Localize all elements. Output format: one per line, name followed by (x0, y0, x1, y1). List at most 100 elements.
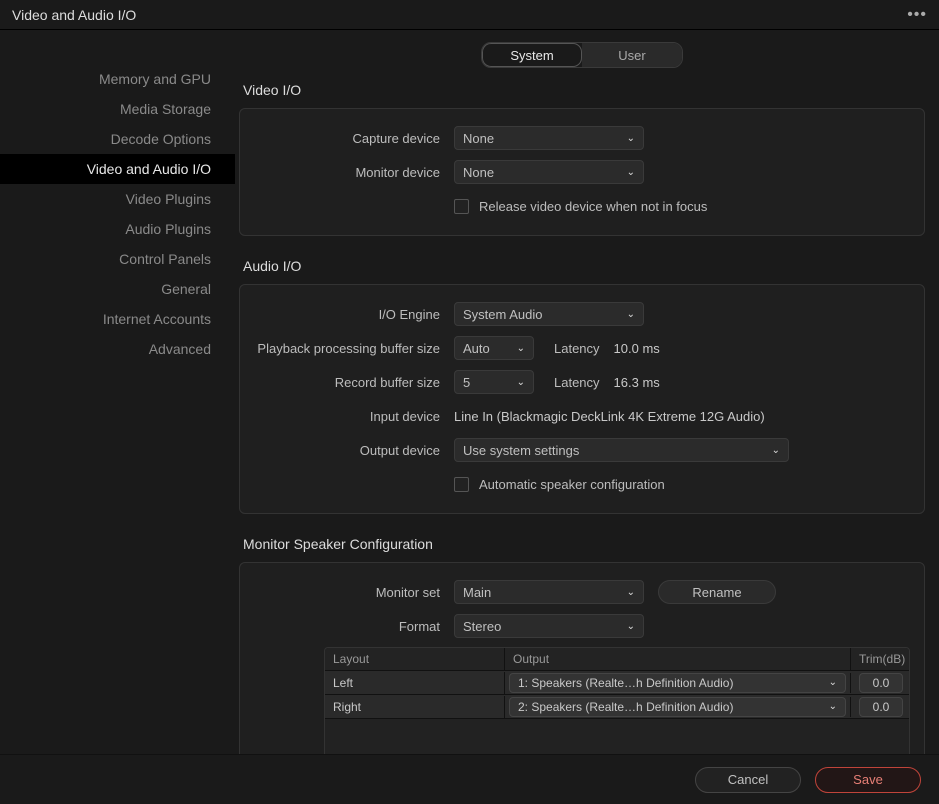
playback-buffer-select[interactable]: Auto ⌄ (454, 336, 534, 360)
chevron-down-icon: ⌄ (627, 133, 635, 144)
td-layout: Left (325, 672, 505, 694)
capture-device-label: Capture device (254, 131, 454, 146)
playback-latency-label: Latency (554, 341, 600, 356)
select-value: Stereo (463, 619, 501, 634)
monitor-device-label: Monitor device (254, 165, 454, 180)
th-layout: Layout (325, 648, 505, 670)
section-title-audio-io: Audio I/O (239, 250, 925, 284)
chevron-down-icon: ⌄ (627, 309, 635, 320)
trim-input[interactable]: 0.0 (859, 697, 903, 717)
monitor-set-select[interactable]: Main ⌄ (454, 580, 644, 604)
table-row: Left 1: Speakers (Realte…h Definition Au… (325, 671, 909, 695)
tab-label: System (510, 48, 553, 63)
trim-value: 0.0 (873, 676, 890, 690)
auto-speaker-checkbox[interactable] (454, 477, 469, 492)
td-layout: Right (325, 696, 505, 718)
section-audio-io: I/O Engine System Audio ⌄ Playback proce… (239, 284, 925, 514)
table-header: Layout Output Trim(dB) (325, 648, 909, 671)
chevron-down-icon: ⌄ (829, 677, 837, 688)
cancel-button[interactable]: Cancel (695, 767, 801, 793)
sidebar-item-label: Memory and GPU (99, 71, 211, 87)
section-title-video-io: Video I/O (239, 74, 925, 108)
chevron-down-icon: ⌄ (517, 343, 525, 354)
chevron-down-icon: ⌄ (517, 377, 525, 388)
sidebar-item-control-panels[interactable]: Control Panels (0, 244, 235, 274)
more-options-icon[interactable]: ••• (907, 6, 927, 24)
record-latency-value: 16.3 ms (614, 375, 660, 390)
body: Memory and GPU Media Storage Decode Opti… (0, 30, 939, 754)
sidebar-item-label: Advanced (149, 341, 211, 357)
monitor-device-select[interactable]: None ⌄ (454, 160, 644, 184)
sidebar-item-label: Video Plugins (126, 191, 211, 207)
sidebar-item-memory-gpu[interactable]: Memory and GPU (0, 64, 235, 94)
auto-speaker-label: Automatic speaker configuration (479, 477, 665, 492)
button-label: Save (853, 772, 883, 787)
sidebar-item-audio-plugins[interactable]: Audio Plugins (0, 214, 235, 244)
sidebar-item-label: Audio Plugins (125, 221, 211, 237)
button-label: Rename (692, 585, 741, 600)
record-buffer-label: Record buffer size (254, 375, 454, 390)
sidebar-item-advanced[interactable]: Advanced (0, 334, 235, 364)
format-label: Format (254, 619, 454, 634)
sidebar-item-general[interactable]: General (0, 274, 235, 304)
playback-latency-value: 10.0 ms (614, 341, 660, 356)
section-video-io: Capture device None ⌄ Monitor device Non… (239, 108, 925, 236)
record-buffer-select[interactable]: 5 ⌄ (454, 370, 534, 394)
footer: Cancel Save (0, 754, 939, 804)
io-engine-select[interactable]: System Audio ⌄ (454, 302, 644, 326)
sidebar-item-decode-options[interactable]: Decode Options (0, 124, 235, 154)
select-value: System Audio (463, 307, 543, 322)
top-tabset: System User (481, 42, 683, 68)
trim-value: 0.0 (873, 700, 890, 714)
chevron-down-icon: ⌄ (772, 445, 780, 456)
capture-device-select[interactable]: None ⌄ (454, 126, 644, 150)
sidebar-item-label: Internet Accounts (103, 311, 211, 327)
sidebar-item-label: Control Panels (119, 251, 211, 267)
main-content: System User Video I/O Capture device Non… (235, 30, 939, 754)
save-button[interactable]: Save (815, 767, 921, 793)
section-monitor-speaker: Monitor set Main ⌄ Rename Format Stereo … (239, 562, 925, 754)
speaker-table: Layout Output Trim(dB) Left 1: Speakers … (324, 647, 910, 754)
tab-system[interactable]: System (482, 43, 582, 67)
output-device-label: Output device (254, 443, 454, 458)
sidebar-item-label: Media Storage (120, 101, 211, 117)
io-engine-label: I/O Engine (254, 307, 454, 322)
input-device-label: Input device (254, 409, 454, 424)
release-device-checkbox[interactable] (454, 199, 469, 214)
sidebar-item-media-storage[interactable]: Media Storage (0, 94, 235, 124)
select-value: None (463, 165, 494, 180)
output-device-select[interactable]: Use system settings ⌄ (454, 438, 789, 462)
select-value: Main (463, 585, 491, 600)
tab-label: User (618, 48, 645, 63)
sidebar-item-label: Decode Options (111, 131, 211, 147)
output-channel-select[interactable]: 2: Speakers (Realte…h Definition Audio) … (509, 697, 846, 717)
button-label: Cancel (728, 772, 768, 787)
sidebar-item-video-audio-io[interactable]: Video and Audio I/O (0, 154, 235, 184)
window-title: Video and Audio I/O (12, 7, 136, 23)
chevron-down-icon: ⌄ (627, 621, 635, 632)
input-device-value: Line In (Blackmagic DeckLink 4K Extreme … (454, 409, 765, 424)
trim-input[interactable]: 0.0 (859, 673, 903, 693)
playback-buffer-label: Playback processing buffer size (254, 341, 454, 356)
titlebar: Video and Audio I/O ••• (0, 0, 939, 30)
sidebar-item-video-plugins[interactable]: Video Plugins (0, 184, 235, 214)
sidebar-item-label: Video and Audio I/O (87, 161, 211, 177)
select-value: 1: Speakers (Realte…h Definition Audio) (518, 676, 733, 690)
select-value: Use system settings (463, 443, 579, 458)
format-select[interactable]: Stereo ⌄ (454, 614, 644, 638)
chevron-down-icon: ⌄ (627, 167, 635, 178)
select-value: 5 (463, 375, 470, 390)
select-value: None (463, 131, 494, 146)
chevron-down-icon: ⌄ (829, 701, 837, 712)
table-row: Right 2: Speakers (Realte…h Definition A… (325, 695, 909, 719)
section-title-monitor-speaker: Monitor Speaker Configuration (239, 528, 925, 562)
select-value: 2: Speakers (Realte…h Definition Audio) (518, 700, 733, 714)
output-channel-select[interactable]: 1: Speakers (Realte…h Definition Audio) … (509, 673, 846, 693)
tab-user[interactable]: User (582, 43, 682, 67)
table-empty-space (325, 719, 909, 754)
monitor-set-label: Monitor set (254, 585, 454, 600)
sidebar-item-internet-accounts[interactable]: Internet Accounts (0, 304, 235, 334)
sidebar-item-label: General (161, 281, 211, 297)
rename-button[interactable]: Rename (658, 580, 776, 604)
sidebar: Memory and GPU Media Storage Decode Opti… (0, 30, 235, 754)
